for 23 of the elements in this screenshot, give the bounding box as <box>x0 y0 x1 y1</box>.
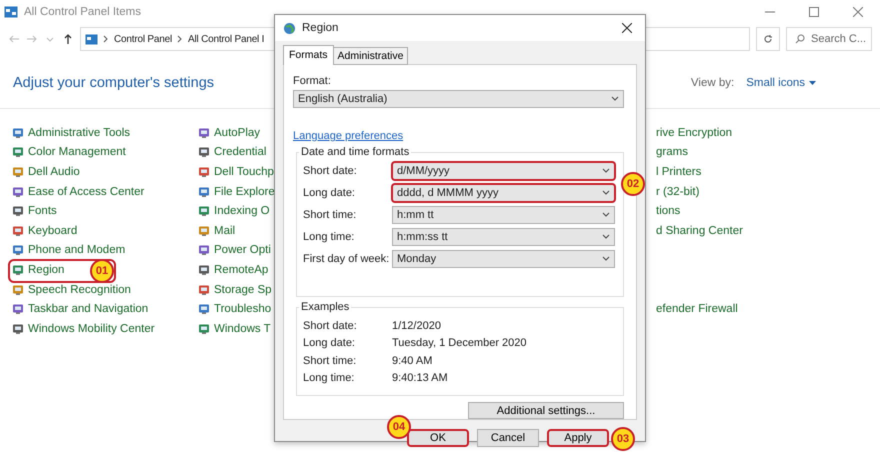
example-label: Long time: <box>303 372 356 384</box>
field-label: Short time: <box>303 209 358 221</box>
view-by-label: View by: <box>690 77 734 89</box>
example-label: Short date: <box>303 320 358 332</box>
callout-number: 02 <box>621 172 645 196</box>
field-label: Long date: <box>303 187 356 199</box>
group-title: Date and time formats <box>300 146 410 158</box>
example-value: 9:40:13 AM <box>392 372 448 384</box>
field-label: Long time: <box>303 231 356 243</box>
example-value: 1/12/2020 <box>392 320 441 332</box>
dialog-title: Region <box>302 22 338 34</box>
callout-number: 03 <box>611 427 635 451</box>
example-value: 9:40 AM <box>392 354 432 367</box>
page-heading: Adjust your computer's settings <box>13 75 214 91</box>
group-title: Examples <box>300 301 350 313</box>
example-label: Long date: <box>303 337 356 350</box>
callout-number: 01 <box>90 259 114 284</box>
format-label: Format: <box>293 75 332 87</box>
example-label: Short time: <box>303 354 358 367</box>
example-value: Tuesday, 1 December 2020 <box>392 337 527 350</box>
field-label: Short date: <box>303 165 358 177</box>
field-label: First day of week: <box>303 253 390 265</box>
window-title: All Control Panel Items <box>24 6 141 18</box>
